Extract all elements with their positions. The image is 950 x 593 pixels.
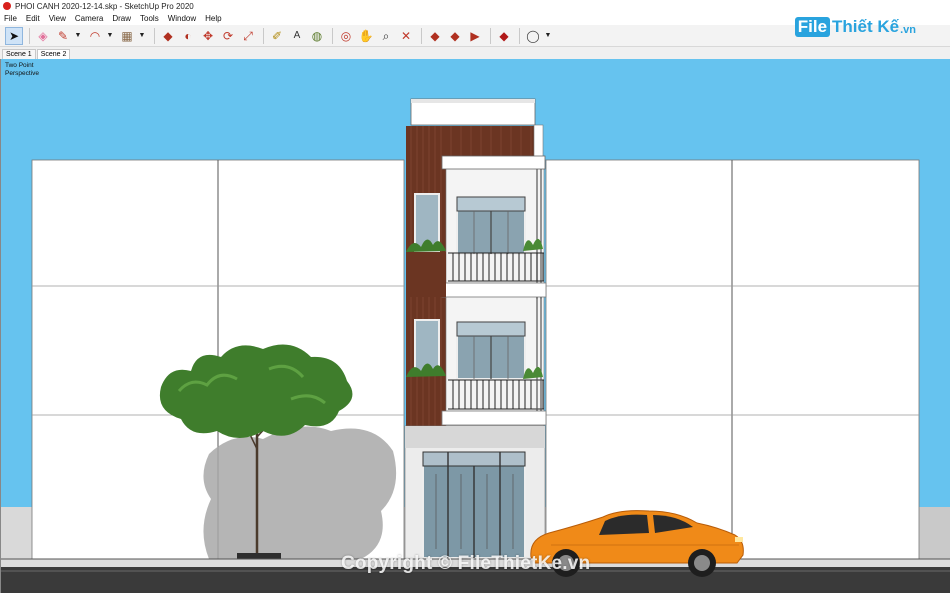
window-title: PHOI CANH 2020-12-14.skp - SketchUp Pro … [15, 1, 194, 11]
logo-text: Thiết Kế [832, 17, 900, 36]
scale-tool-icon[interactable]: ⤢ [239, 27, 257, 45]
tree-shadow [203, 426, 397, 559]
zoom-extents-tool-icon[interactable]: ✕ [397, 27, 415, 45]
filethietke-logo: File Thiết Kế .vn [794, 13, 916, 41]
rectangle-tool-icon[interactable]: ▦ [118, 27, 136, 45]
tape-measure-tool-icon[interactable]: ✐ [268, 27, 286, 45]
menu-tools[interactable]: Tools [140, 14, 159, 23]
toolbar-divider [154, 27, 155, 44]
account-icon[interactable]: ◯ [524, 27, 542, 45]
pan-tool-icon[interactable]: ✋ [357, 27, 375, 45]
toolbar-divider [263, 27, 264, 44]
neighbour-building-right [545, 159, 920, 561]
camera-label: Two Point Perspective [5, 62, 39, 77]
text-tool-icon[interactable]: A [288, 27, 306, 45]
title-bar: PHOI CANH 2020-12-14.skp - SketchUp Pro … [0, 0, 950, 12]
menu-help[interactable]: Help [205, 14, 221, 23]
menu-window[interactable]: Window [168, 14, 196, 23]
logo-box: File [794, 17, 831, 37]
chevron-down-icon[interactable]: ▼ [138, 27, 146, 45]
select-tool-icon[interactable]: ➤ [5, 26, 23, 45]
background-building-right [919, 507, 950, 559]
menu-view[interactable]: View [49, 14, 66, 23]
send-to-layout-icon[interactable]: ▶ [466, 27, 484, 45]
toolbar-divider [332, 27, 333, 44]
scene-tab-bar: Scene 1 Scene 2 [0, 47, 950, 59]
3d-warehouse-icon[interactable]: ◆ [426, 27, 444, 45]
push-pull-tool-icon[interactable]: ◆ [159, 27, 177, 45]
chevron-down-icon[interactable]: ▼ [544, 27, 552, 45]
sketchup-logo-icon [3, 2, 11, 10]
paint-bucket-tool-icon[interactable]: ◍ [308, 27, 326, 45]
toolbar-divider [29, 27, 30, 44]
chevron-down-icon[interactable]: ▼ [74, 27, 82, 45]
scene-render [1, 98, 950, 593]
menu-file[interactable]: File [4, 14, 17, 23]
tab-scene-2[interactable]: Scene 2 [36, 49, 71, 59]
tab-scene-1[interactable]: Scene 1 [2, 49, 36, 59]
menu-draw[interactable]: Draw [112, 14, 131, 23]
rotate-tool-icon[interactable]: ⟳ [219, 27, 237, 45]
model-viewport[interactable]: Two Point Perspective Copyright © FileTh… [0, 59, 950, 593]
ruby-console-icon[interactable]: ◆ [495, 27, 513, 45]
move-tool-icon[interactable]: ✥ [199, 27, 217, 45]
logo-suffix: .vn [900, 23, 916, 36]
line-tool-icon[interactable]: ✎ [54, 27, 72, 45]
toolbar-divider [519, 27, 520, 44]
copyright-watermark: Copyright © FileThietKe.vn [341, 553, 591, 574]
toolbar-divider [421, 27, 422, 44]
arc-tool-icon[interactable]: ◠ [86, 27, 104, 45]
extension-warehouse-icon[interactable]: ◆ [446, 27, 464, 45]
zoom-tool-icon[interactable]: ⌕ [377, 27, 395, 45]
eraser-tool-icon[interactable]: ◈ [34, 27, 52, 45]
follow-me-tool-icon[interactable]: ◐ [179, 27, 197, 45]
toolbar-divider [490, 27, 491, 44]
menu-edit[interactable]: Edit [26, 14, 40, 23]
orbit-tool-icon[interactable]: ◎ [337, 27, 355, 45]
townhouse [404, 98, 547, 561]
chevron-down-icon[interactable]: ▼ [106, 27, 114, 45]
menu-camera[interactable]: Camera [75, 14, 103, 23]
